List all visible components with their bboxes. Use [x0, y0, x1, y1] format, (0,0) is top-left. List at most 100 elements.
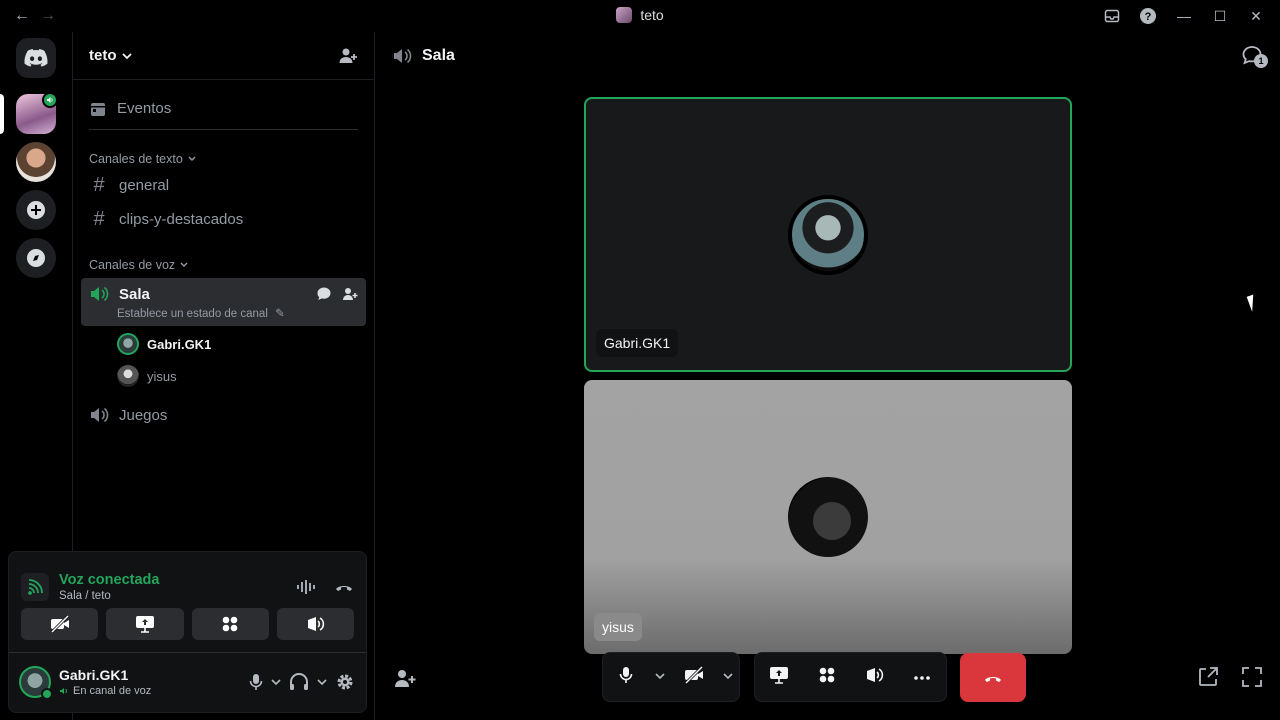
participant-tile[interactable]: yisus [584, 380, 1072, 654]
guild-header[interactable]: teto [73, 32, 374, 80]
soundboard-button[interactable] [276, 608, 354, 640]
hash-icon: # [93, 207, 105, 230]
chevron-down-icon [188, 156, 196, 161]
guild-name-text: teto [89, 47, 117, 64]
chevron-down-icon[interactable] [717, 671, 739, 683]
hash-icon: # [93, 173, 105, 196]
speaker-icon [91, 407, 109, 423]
speaker-icon [91, 286, 109, 302]
channel-general[interactable]: # general [81, 168, 366, 202]
avatar[interactable] [19, 666, 53, 700]
member-name: Gabri.GK1 [147, 336, 212, 352]
headphones-icon[interactable] [288, 673, 310, 691]
participant-tile[interactable]: Gabri.GK1 [584, 97, 1072, 372]
help-icon[interactable]: ? [1130, 4, 1166, 28]
screen-share-button[interactable] [106, 608, 184, 640]
window-controls: ? — ☐ ✕ [1094, 4, 1274, 28]
category-label: Canales de texto [89, 152, 183, 166]
inbox-icon[interactable] [1094, 4, 1130, 28]
voice-channel-juegos[interactable]: Juegos [81, 398, 366, 432]
chat-bubble-icon[interactable]: 1 [1242, 46, 1268, 71]
invite-member-icon[interactable] [342, 286, 358, 302]
channel-list: Eventos Canales de texto # general # cli… [73, 80, 374, 440]
chevron-down-icon[interactable] [314, 677, 330, 687]
popout-icon[interactable] [1197, 666, 1219, 693]
disconnect-icon [985, 676, 1001, 682]
activities-icon [222, 616, 238, 632]
maximize-button[interactable]: ☐ [1202, 4, 1238, 28]
voice-channel-sala[interactable]: Sala Establece un estado de canal ✎ [81, 278, 366, 326]
disconnect-icon[interactable] [334, 579, 354, 595]
user-status-text: En canal de voz [73, 685, 152, 697]
member-name: yisus [147, 368, 177, 384]
screen-share-button[interactable] [755, 666, 803, 689]
voice-channel-path[interactable]: Sala / teto [59, 590, 296, 602]
invite-member-icon[interactable] [338, 46, 358, 66]
category-voice-channels[interactable]: Canales de voz [81, 256, 366, 274]
category-text-channels[interactable]: Canales de texto [81, 150, 366, 168]
camera-off-icon [684, 665, 704, 684]
channel-status-prompt[interactable]: Establece un estado de canal ✎ [89, 306, 358, 320]
voice-user-panel: Voz conectada Sala / teto Gabri.GK1 En c… [8, 551, 367, 713]
microphone-button[interactable] [603, 666, 649, 689]
voice-connected-title[interactable]: Voz conectada [59, 572, 296, 588]
online-status-dot [41, 688, 53, 700]
svg-text:?: ? [1145, 11, 1152, 23]
channel-label: clips-y-destacados [119, 210, 244, 228]
speaker-badge-icon [42, 92, 58, 108]
channel-clips-y-destacados[interactable]: # clips-y-destacados [81, 202, 366, 236]
server-avatar-icon [616, 7, 633, 23]
add-server-button[interactable] [16, 190, 56, 230]
avatar [117, 333, 139, 355]
gear-icon[interactable] [334, 672, 356, 692]
voice-status: Voz conectada Sala / teto [9, 552, 366, 610]
home-button[interactable] [16, 38, 56, 78]
server-teto[interactable] [16, 92, 58, 134]
guild-name[interactable]: teto [89, 47, 133, 64]
speaker-icon [394, 48, 412, 64]
window-title: teto [0, 7, 1280, 23]
activities-button[interactable] [191, 608, 269, 640]
chevron-down-icon[interactable] [649, 671, 671, 683]
close-button[interactable]: ✕ [1238, 4, 1274, 28]
activities-icon [819, 667, 834, 682]
chevron-down-icon[interactable] [268, 677, 284, 687]
fullscreen-icon[interactable] [1241, 666, 1263, 693]
soundboard-icon [308, 617, 325, 631]
invite-member-icon[interactable] [394, 668, 416, 693]
events-label: Eventos [117, 100, 172, 117]
category-label: Canales de voz [89, 258, 176, 272]
channel-label: Sala [119, 285, 150, 303]
camera-off-button[interactable] [21, 608, 99, 640]
title-bar: ← → teto ? — ☐ ✕ [0, 0, 1280, 32]
microphone-icon [619, 666, 633, 683]
chevron-down-icon [121, 52, 132, 59]
events-item[interactable]: Eventos [89, 88, 358, 130]
participant-name: Gabri.GK1 [596, 329, 679, 357]
camera-off-button[interactable] [671, 665, 717, 689]
minimize-button[interactable]: — [1166, 4, 1202, 28]
compass-icon [27, 249, 45, 267]
more-options-button[interactable] [898, 668, 946, 686]
soundboard-button[interactable] [851, 666, 899, 689]
explore-button[interactable] [16, 238, 56, 278]
calendar-icon [91, 102, 105, 116]
activities-button[interactable] [803, 666, 851, 689]
microphone-icon[interactable] [248, 673, 264, 691]
user-name[interactable]: Gabri.GK1 [59, 667, 248, 683]
voice-member[interactable]: yisus [81, 360, 366, 392]
disconnect-button[interactable] [960, 653, 1026, 702]
signal-icon[interactable] [21, 573, 49, 601]
channel-header: Sala 1 [376, 32, 1280, 80]
speaker-icon [60, 688, 67, 694]
server-2[interactable] [16, 142, 56, 182]
channel-label: Juegos [119, 406, 168, 424]
noise-suppression-icon[interactable] [296, 579, 318, 595]
camera-off-icon [50, 615, 69, 633]
pencil-icon: ✎ [275, 308, 285, 320]
activity-controls [754, 652, 947, 702]
voice-member[interactable]: Gabri.GK1 [81, 328, 366, 360]
voice-actions [9, 608, 366, 640]
chat-bubble-icon[interactable] [316, 286, 332, 302]
avatar [788, 194, 868, 275]
